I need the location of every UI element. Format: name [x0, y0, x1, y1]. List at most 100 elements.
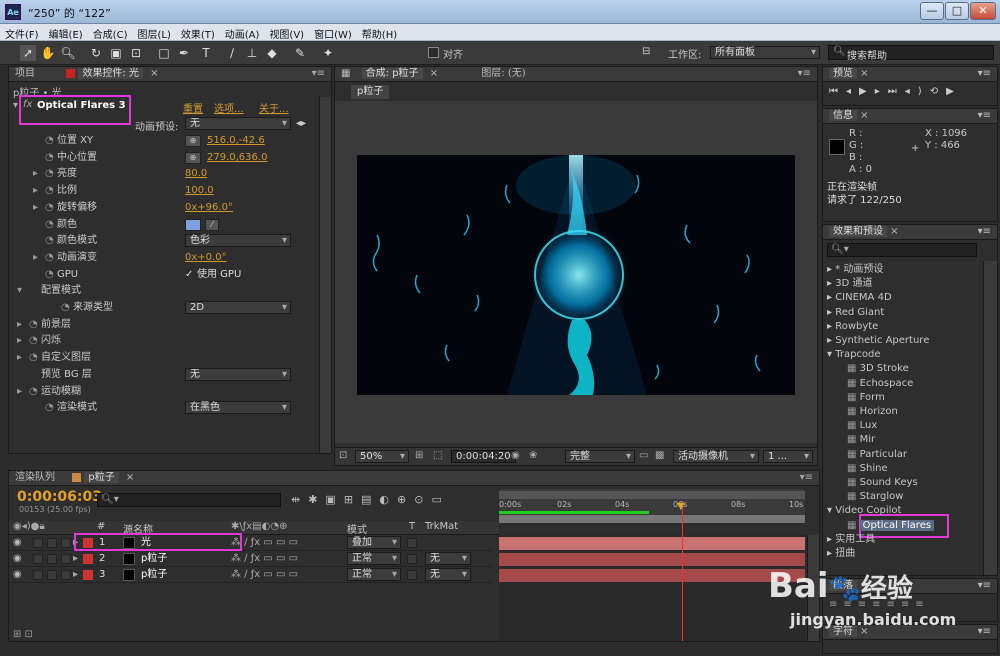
expand-triangle-icon[interactable]: ▸: [827, 264, 835, 275]
lock-toggle[interactable]: [61, 554, 71, 564]
reset-link[interactable]: 重置: [183, 100, 203, 115]
expand-triangle-icon[interactable]: ▸: [33, 183, 38, 199]
expand-triangle-icon[interactable]: ▸: [827, 307, 835, 318]
current-time-display[interactable]: 0:00:04:20: [451, 450, 516, 463]
color-swatch-prop[interactable]: [185, 218, 201, 231]
solo-toggle[interactable]: [47, 538, 57, 548]
fx-item-19[interactable]: ▸ 实用工具: [827, 533, 875, 547]
hand-tool-icon[interactable]: ✋: [40, 45, 56, 61]
expand-triangle-icon[interactable]: ▸: [827, 548, 835, 559]
expand-triangle-icon[interactable]: ▸: [33, 250, 38, 266]
fx-item-13[interactable]: ▦ Particular: [827, 448, 907, 462]
resolution-dropdown[interactable]: 完整: [565, 450, 635, 463]
expand-triangle-icon[interactable]: ▾: [13, 100, 18, 111]
tab-info[interactable]: 信息: [829, 110, 857, 121]
trkmat-dropdown[interactable]: 无: [425, 552, 471, 565]
preserve-transparency-toggle[interactable]: [407, 570, 417, 580]
expand-triangle-icon[interactable]: ▸: [827, 321, 835, 332]
time-ruler[interactable]: 0:00s 02s 04s 06s 08s 10s: [499, 489, 805, 523]
camera-dropdown[interactable]: 活动摄像机: [673, 450, 759, 463]
views-dropdown[interactable]: 1 ...: [763, 450, 813, 463]
preset-dropdown[interactable]: 无: [185, 117, 291, 130]
expand-triangle-icon[interactable]: ▸: [73, 567, 78, 583]
layer-row[interactable]: ◉ ▸ 2 p粒子 ⁂ ∕ ƒx ▭ ▭ ▭ 正常 无: [9, 551, 491, 567]
stopwatch-icon[interactable]: ◔: [29, 317, 38, 333]
timeline-bottom-icons[interactable]: ⊞ ⊡: [13, 629, 33, 640]
blend-mode-dropdown[interactable]: 叠加: [347, 536, 401, 549]
tab-layer[interactable]: 图层: (无): [481, 68, 525, 79]
tab-effects-presets[interactable]: 效果和预设: [829, 226, 887, 237]
trkmat-dropdown[interactable]: 无: [425, 568, 471, 581]
eyedropper-icon[interactable]: ⁄: [205, 218, 219, 231]
prop-dropdown[interactable]: 无: [185, 367, 291, 381]
expand-triangle-icon[interactable]: ▸: [827, 292, 835, 303]
point-picker-icon[interactable]: ⊕: [185, 151, 201, 164]
layer-bar-3[interactable]: [499, 569, 805, 582]
minimize-button[interactable]: —: [920, 2, 944, 20]
timeline-navigator[interactable]: [499, 515, 805, 523]
fx-item-20[interactable]: ▸ 扭曲: [827, 547, 855, 561]
expand-triangle-icon[interactable]: ▸: [827, 534, 835, 545]
always-preview-icon[interactable]: ⊡: [339, 450, 347, 461]
maximize-button[interactable]: □: [945, 2, 969, 20]
fx-item-9[interactable]: ▦ Form: [827, 391, 885, 405]
timeline-search-input[interactable]: 🔍︎▾: [97, 493, 281, 507]
stopwatch-icon[interactable]: ◔: [45, 233, 54, 249]
selection-tool-icon[interactable]: ➚: [20, 45, 36, 61]
audio-toggle[interactable]: [33, 554, 43, 564]
expand-triangle-icon[interactable]: ▸: [827, 278, 835, 289]
stopwatch-icon[interactable]: ◔: [45, 267, 54, 283]
prop-dropdown[interactable]: 色彩: [185, 234, 291, 248]
layer-name[interactable]: p粒子: [141, 567, 167, 583]
ram-preview-icon[interactable]: ▶: [946, 86, 962, 97]
search-help-field[interactable]: 🔍︎ 搜索帮助: [828, 45, 994, 62]
prop-value[interactable]: 100.0: [185, 183, 214, 199]
label-color-icon[interactable]: [83, 554, 93, 564]
blend-mode-dropdown[interactable]: 正常: [347, 552, 401, 565]
preset-nav-arrows[interactable]: ◂▸: [296, 118, 306, 129]
fx-item-16[interactable]: ▦ Starglow: [827, 490, 903, 504]
fx-item-14[interactable]: ▦ Shine: [827, 462, 888, 476]
comp-flowchart-tab[interactable]: p粒子: [351, 85, 390, 99]
close-tab-icon[interactable]: ×: [150, 68, 158, 79]
solo-toggle[interactable]: [47, 570, 57, 580]
blend-mode-dropdown[interactable]: 正常: [347, 568, 401, 581]
prop-dropdown[interactable]: 2D: [185, 301, 291, 314]
fx-item-7[interactable]: ▦ 3D Stroke: [827, 362, 909, 376]
visibility-eye-icon[interactable]: ◉: [13, 535, 22, 551]
audio-toggle[interactable]: [33, 538, 43, 548]
prop-value[interactable]: 0x+0.0°: [185, 250, 227, 266]
play-icon[interactable]: ▶: [859, 86, 875, 97]
roto-brush-tool-icon[interactable]: ✎: [292, 45, 308, 61]
close-comp-tab-icon[interactable]: ×: [430, 68, 438, 79]
stopwatch-icon[interactable]: ◔: [29, 384, 38, 400]
prop-value[interactable]: 279.0,636.0: [207, 150, 267, 166]
prev-frame-icon[interactable]: ◂: [846, 86, 859, 97]
prop-value[interactable]: 0x+96.0°: [185, 200, 233, 216]
fx-item-5[interactable]: ▸ Synthetic Aperture: [827, 334, 929, 348]
collapse-triangle-icon[interactable]: ▾: [17, 283, 22, 299]
puppet-tool-icon[interactable]: ✦: [320, 45, 336, 61]
last-frame-icon[interactable]: ⏭: [888, 86, 905, 97]
expand-triangle-icon[interactable]: ▸: [17, 317, 22, 333]
audio-toggle[interactable]: [33, 570, 43, 580]
pan-behind-tool-icon[interactable]: ⊡: [128, 45, 144, 61]
fx-item-17[interactable]: ▾ Video Copilot: [827, 504, 901, 518]
lock-toggle[interactable]: [61, 538, 71, 548]
stopwatch-icon[interactable]: ◔: [45, 250, 54, 266]
gpu-checkbox[interactable]: ✓: [185, 267, 193, 283]
rotate-tool-icon[interactable]: ↻: [88, 45, 104, 61]
workspace-dropdown[interactable]: 所有面板: [710, 46, 820, 59]
safe-zones-icon[interactable]: ⊞: [415, 450, 423, 461]
point-picker-icon[interactable]: ⊕: [185, 135, 201, 147]
show-channel-icon[interactable]: ❀: [529, 450, 537, 461]
audio-icon[interactable]: ◂): [905, 86, 930, 97]
first-frame-icon[interactable]: ⏮: [829, 86, 846, 97]
about-link[interactable]: 关于...: [259, 100, 289, 115]
visibility-eye-icon[interactable]: ◉: [13, 551, 22, 567]
expand-triangle-icon[interactable]: ▸: [33, 166, 38, 182]
prop-value[interactable]: 80.0: [185, 166, 207, 182]
fx-item-8[interactable]: ▦ Echospace: [827, 377, 913, 391]
playhead-line[interactable]: [682, 501, 683, 641]
layer-switches[interactable]: ⁂ ∕ ƒx ▭ ▭ ▭: [231, 567, 298, 583]
